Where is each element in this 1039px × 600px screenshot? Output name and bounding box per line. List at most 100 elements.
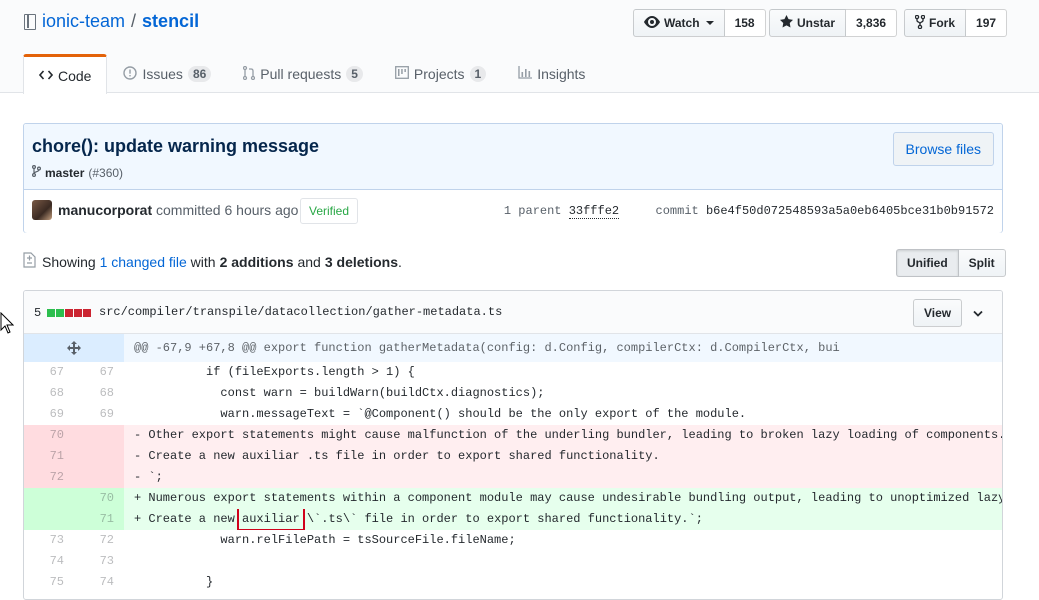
new-line-number[interactable]: 68 bbox=[74, 383, 124, 404]
diffstat-deletion-block bbox=[74, 309, 83, 317]
old-line-number[interactable]: 67 bbox=[24, 362, 74, 383]
commit-label: commit bbox=[655, 204, 699, 218]
deletions-count: 3 deletions bbox=[324, 253, 398, 270]
diff-line-context: 73 72 warn.relFilePath = tsSourceFile.fil… bbox=[24, 530, 1002, 551]
repo-owner-link[interactable]: ionic-team bbox=[42, 11, 125, 32]
file-path[interactable]: src/compiler/transpile/datacollection/ga… bbox=[99, 305, 502, 319]
issues-counter: 86 bbox=[187, 66, 212, 82]
commit-branch: master (#360) bbox=[32, 165, 123, 180]
verified-badge[interactable]: Verified bbox=[300, 198, 359, 224]
new-line-number[interactable]: 72 bbox=[74, 530, 124, 551]
code-line: - `; bbox=[124, 467, 1002, 488]
tab-pull-requests-label: Pull requests bbox=[260, 66, 342, 82]
branch-icon bbox=[32, 165, 41, 180]
committed-time: committed 6 hours ago bbox=[152, 202, 299, 218]
diffstat-deletion-block bbox=[83, 309, 92, 317]
author-link[interactable]: manucorporat bbox=[58, 202, 152, 218]
fork-button[interactable]: Fork bbox=[904, 9, 967, 37]
new-line-number[interactable] bbox=[74, 446, 124, 467]
diff-line-addition: 70 + Numerous export statements within a … bbox=[24, 488, 1002, 509]
star-group: Unstar 3,836 bbox=[769, 9, 898, 37]
new-line-number[interactable]: 74 bbox=[74, 572, 124, 593]
parent-sha-link[interactable]: 33fffe2 bbox=[568, 204, 620, 219]
tab-insights[interactable]: Insights bbox=[502, 54, 601, 93]
diff-line-context: 67 67 if (fileExports.length > 1) { bbox=[24, 362, 1002, 383]
old-line-number[interactable] bbox=[24, 509, 74, 530]
branch-name[interactable]: master bbox=[45, 166, 84, 180]
period-text: . bbox=[397, 253, 402, 270]
star-count[interactable]: 3,836 bbox=[846, 9, 898, 37]
new-line-number[interactable] bbox=[74, 467, 124, 488]
old-line-number[interactable]: 69 bbox=[24, 404, 74, 425]
old-line-number[interactable] bbox=[24, 488, 74, 509]
chevron-down-icon bbox=[705, 21, 714, 25]
tab-code[interactable]: Code bbox=[23, 54, 108, 94]
unstar-button[interactable]: Unstar bbox=[769, 9, 847, 37]
new-line-number[interactable]: 69 bbox=[74, 404, 124, 425]
watch-count[interactable]: 158 bbox=[724, 9, 766, 37]
parent-label: 1 parent bbox=[503, 204, 562, 218]
pull-request-ref[interactable]: (#360) bbox=[88, 166, 123, 180]
fork-group: Fork 197 bbox=[904, 9, 1008, 37]
diffstat-addition-block bbox=[47, 309, 56, 317]
code-line: + Numerous export statements within a co… bbox=[124, 488, 1002, 509]
changed-files-link[interactable]: 1 changed file bbox=[100, 254, 187, 270]
tab-insights-label: Insights bbox=[537, 66, 586, 82]
view-file-button[interactable]: View bbox=[913, 299, 963, 327]
old-line-number[interactable]: 72 bbox=[24, 467, 74, 488]
and-text: and bbox=[297, 253, 321, 270]
old-line-number[interactable]: 74 bbox=[24, 551, 74, 572]
repo-title: ionic-team / stencil bbox=[24, 11, 199, 32]
diffstat-addition-block bbox=[56, 309, 65, 317]
commit-title: chore(): update warning message bbox=[32, 136, 320, 156]
diff-table: @@ -67,9 +67,8 @@ export function gather… bbox=[24, 334, 1002, 593]
diff-line-context: 75 74 } bbox=[24, 572, 1002, 593]
code-line: } bbox=[134, 575, 214, 589]
issue-icon bbox=[123, 65, 138, 83]
old-line-number[interactable]: 70 bbox=[24, 425, 74, 446]
split-button[interactable]: Split bbox=[958, 249, 1006, 277]
new-line-number[interactable] bbox=[74, 425, 124, 446]
unified-button[interactable]: Unified bbox=[896, 249, 959, 277]
diffstat-deletion-block bbox=[65, 309, 74, 317]
code-line: - Create a new auxiliar .ts file in orde… bbox=[124, 446, 1002, 467]
star-icon bbox=[780, 15, 793, 31]
diffstat-bar bbox=[47, 306, 92, 320]
repo-name-link[interactable]: stencil bbox=[142, 11, 199, 32]
repo-path-separator: / bbox=[131, 11, 137, 31]
new-line-number[interactable]: 67 bbox=[74, 362, 124, 383]
fork-count[interactable]: 197 bbox=[966, 9, 1008, 37]
tab-projects[interactable]: Projects 1 bbox=[379, 54, 502, 93]
browse-files-button[interactable]: Browse files bbox=[892, 132, 994, 166]
diff-view-toggle: Unified Split bbox=[896, 249, 1006, 277]
avatar[interactable] bbox=[32, 200, 52, 220]
old-line-number[interactable]: 71 bbox=[24, 446, 74, 467]
tab-pull-requests[interactable]: Pull requests 5 bbox=[227, 54, 379, 93]
diff-summary: Showing 1 changed file with 2 additions an… bbox=[23, 252, 402, 271]
highlighted-word: auxiliar bbox=[237, 509, 305, 530]
tab-issues[interactable]: Issues 86 bbox=[107, 54, 227, 93]
diff-line-deletion: 70 - Other export statements might cause … bbox=[24, 425, 1002, 446]
old-line-number[interactable]: 73 bbox=[24, 530, 74, 551]
expand-icon[interactable] bbox=[24, 334, 124, 362]
repo-nav: Code Issues 86 Pull requests 5 Projects … bbox=[23, 54, 601, 94]
code-line: warn.relFilePath = tsSourceFile.fileName… bbox=[134, 533, 516, 547]
old-line-number[interactable]: 68 bbox=[24, 383, 74, 404]
chevron-down-icon[interactable] bbox=[973, 305, 983, 317]
watch-button[interactable]: Watch bbox=[633, 9, 725, 37]
code-line: if (fileExports.length > 1) { bbox=[134, 365, 415, 379]
tab-projects-label: Projects bbox=[413, 66, 465, 82]
commit-sha: b6e4f50d072548593a5a0eb6405bce31b0b91572 bbox=[705, 204, 994, 218]
new-line-number[interactable]: 71 bbox=[74, 509, 124, 530]
author-line: manucorporat committed 6 hours ago bbox=[58, 202, 298, 218]
new-line-number[interactable]: 73 bbox=[74, 551, 124, 572]
pull-requests-counter: 5 bbox=[346, 66, 363, 82]
commit-sha-info: 1 parent 33fffe2 commit b6e4f50d07254859… bbox=[503, 204, 994, 219]
hunk-header: @@ -67,9 +67,8 @@ export function gather… bbox=[24, 334, 1002, 362]
repo-icon bbox=[24, 13, 36, 30]
code-line: const warn = buildWarn(buildCtx.diagnost… bbox=[134, 386, 545, 400]
new-line-number[interactable]: 70 bbox=[74, 488, 124, 509]
diff-line-deletion: 72 - `; bbox=[24, 467, 1002, 488]
old-line-number[interactable]: 75 bbox=[24, 572, 74, 593]
